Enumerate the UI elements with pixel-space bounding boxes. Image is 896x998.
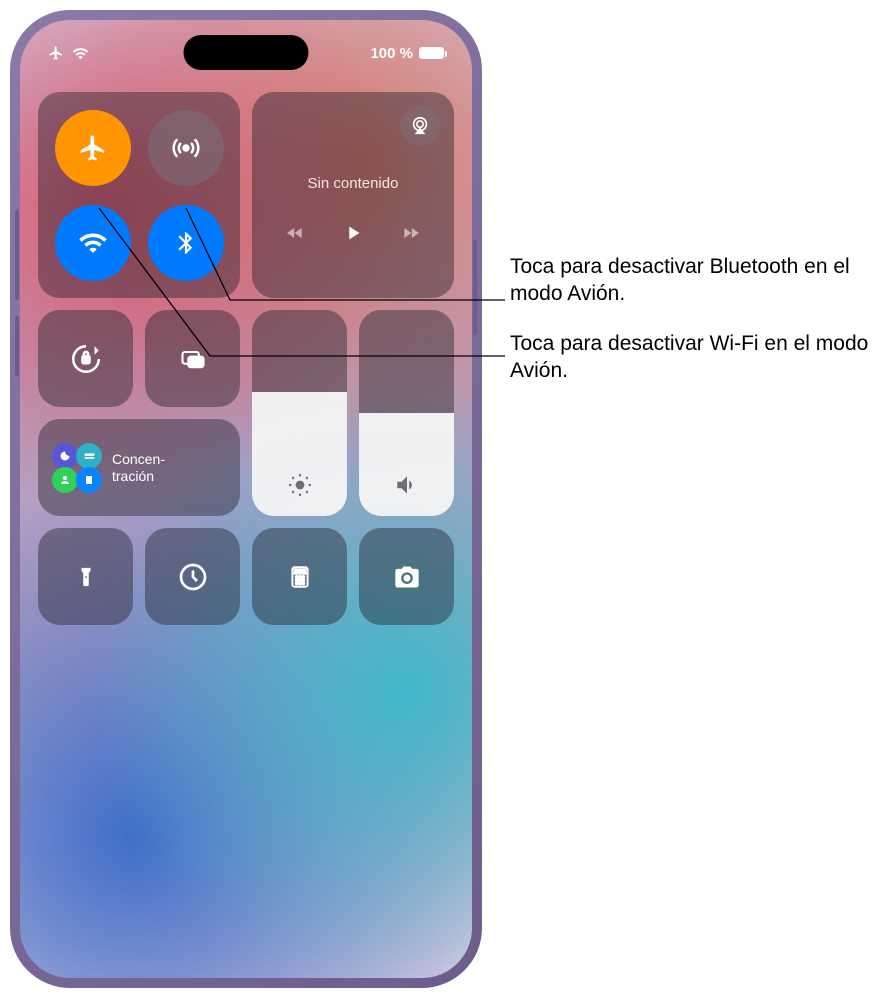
media-title: Sin contenido — [308, 175, 399, 192]
connectivity-module[interactable] — [38, 92, 240, 298]
play-button[interactable] — [342, 220, 364, 246]
airplane-mode-button[interactable] — [55, 110, 131, 186]
media-module[interactable]: Sin contenido — [252, 92, 454, 298]
bluetooth-button[interactable] — [148, 205, 224, 281]
flashlight-button[interactable] — [38, 528, 133, 625]
building-icon — [76, 467, 102, 493]
brightness-slider[interactable] — [252, 310, 347, 516]
callout-bluetooth: Toca para desactivar Bluetooth en el mod… — [510, 253, 896, 308]
media-controls — [282, 220, 424, 246]
wifi-button[interactable] — [55, 205, 131, 281]
previous-track-button[interactable] — [282, 223, 308, 243]
side-button-physical — [473, 240, 477, 335]
cellular-data-button[interactable] — [148, 110, 224, 186]
camera-button[interactable] — [359, 528, 454, 625]
brightness-icon — [287, 472, 313, 498]
focus-icons-cluster — [52, 443, 102, 493]
orientation-lock-button[interactable] — [38, 310, 133, 407]
focus-module[interactable]: Concen- tración — [38, 419, 240, 516]
timer-button[interactable] — [145, 528, 240, 625]
focus-label: Concen- tración — [112, 451, 165, 485]
screen: 100 % — [20, 20, 472, 978]
phone-frame: 100 % — [10, 10, 482, 988]
volume-icon — [394, 472, 420, 498]
control-center: Sin contenido — [38, 92, 454, 625]
calculator-button[interactable] — [252, 528, 347, 625]
brightness-fill — [252, 392, 347, 516]
callout-wifi: Toca para desactivar Wi-Fi en el modo Av… — [510, 330, 896, 385]
person-icon — [52, 467, 78, 493]
screen-mirroring-button[interactable] — [145, 310, 240, 407]
dynamic-island — [184, 35, 309, 70]
battery-icon — [419, 47, 444, 59]
battery-percentage: 100 % — [370, 45, 413, 62]
bed-icon — [76, 443, 102, 469]
volume-slider[interactable] — [359, 310, 454, 516]
volume-fill — [359, 413, 454, 516]
volume-down-physical — [15, 316, 19, 376]
moon-icon — [52, 443, 78, 469]
volume-up-physical — [15, 210, 19, 300]
wifi-status-icon — [72, 45, 89, 62]
airplane-status-icon — [48, 45, 64, 61]
next-track-button[interactable] — [398, 223, 424, 243]
airplay-button[interactable] — [400, 106, 440, 146]
